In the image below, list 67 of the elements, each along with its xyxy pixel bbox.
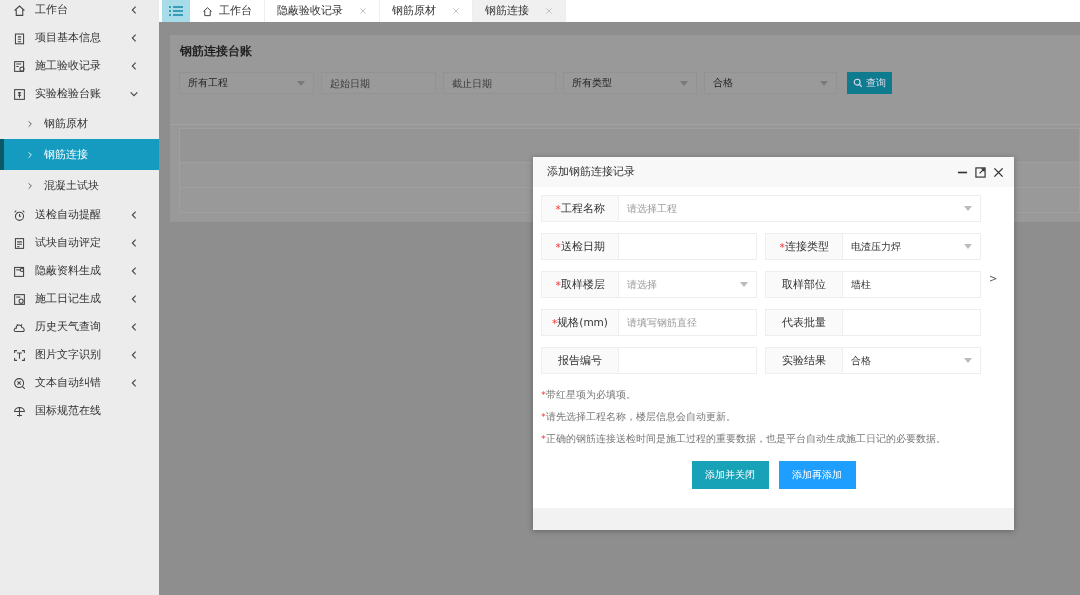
expand-arrow[interactable]: > (989, 273, 998, 284)
sidebar-item[interactable]: 历史天气查询 (0, 313, 159, 341)
sidebar-item[interactable]: 工作台 (0, 0, 159, 24)
caret-down-icon (740, 282, 748, 287)
sidebar-item[interactable]: 施工验收记录 (0, 52, 159, 80)
field-label: 实验结果 (765, 347, 843, 374)
clipboard-icon (13, 31, 26, 45)
document-icon (13, 264, 26, 278)
sidebar-item[interactable]: 文本自动纠错 (0, 369, 159, 397)
filter-dropdown[interactable]: 所有工程 (179, 72, 314, 94)
field-label: *连接类型 (765, 233, 843, 260)
sidebar-subitem[interactable]: 混凝土试块 (0, 170, 159, 201)
filter-dropdown[interactable]: 合格 (704, 72, 837, 94)
menu-icon (168, 5, 184, 17)
panel-title: 钢筋连接台账 (179, 43, 253, 60)
umbrella-icon (13, 404, 26, 418)
sidebar-item[interactable]: 实验检验台账 (0, 80, 159, 108)
image-icon (13, 292, 26, 306)
chevron-right-icon (26, 181, 34, 190)
caret-down-icon (964, 244, 972, 249)
hint-text: *正确的钢筋连接送检时间是施工过程的重要数据，也是平台自动生成施工日记的必要数据。 (541, 432, 947, 446)
hint-text: *请先选择工程名称，楼层信息会自动更新。 (541, 410, 737, 424)
caret-down-icon (820, 80, 828, 86)
chevron-right-icon (26, 119, 34, 128)
field-label: *规格(mm) (541, 309, 619, 336)
filter-dropdown[interactable]: 所有类型 (563, 72, 697, 94)
tab[interactable]: 钢筋连接 (473, 0, 566, 22)
menu-button[interactable] (162, 0, 190, 22)
dropdown-field[interactable]: 合格 (843, 347, 981, 374)
field-label: *工程名称 (541, 195, 619, 222)
sidebar-item[interactable]: 施工日记生成 (0, 285, 159, 313)
sidebar-item[interactable]: 国标规范在线 (0, 397, 159, 425)
chevron-right-icon (26, 150, 34, 159)
input-field[interactable]: 请填写钢筋直径 (619, 309, 757, 336)
document-icon (13, 87, 26, 101)
sidebar-item[interactable]: 项目基本信息 (0, 24, 159, 52)
input-field[interactable]: 墙柱 (843, 271, 981, 298)
caret-down-icon (297, 80, 305, 86)
sidebar-item[interactable]: 隐蔽资料生成 (0, 257, 159, 285)
sidebar-subitem[interactable]: 钢筋原材 (0, 108, 159, 139)
document-icon (13, 59, 26, 73)
dialog-title: 添加钢筋连接记录 (547, 165, 636, 179)
date-field[interactable]: 截止日期 (443, 72, 556, 94)
caret-down-icon (964, 358, 972, 363)
text-scan-icon (13, 348, 26, 362)
date-field[interactable]: 起始日期 (321, 72, 436, 94)
field-label: 代表批量 (765, 309, 843, 336)
maximize-icon[interactable] (975, 166, 986, 178)
document-icon (13, 236, 26, 250)
field-label: 取样部位 (765, 271, 843, 298)
field-label: *送检日期 (541, 233, 619, 260)
search-button[interactable]: 查询 (847, 72, 892, 94)
field-label: 报告编号 (541, 347, 619, 374)
close-icon[interactable] (993, 166, 1004, 178)
home-icon (202, 5, 213, 17)
sidebar-item[interactable]: 图片文字识别 (0, 341, 159, 369)
sidebar-item[interactable]: 试块自动评定 (0, 229, 159, 257)
field-label: *取样楼层 (541, 271, 619, 298)
hint-text: *带红星项为必填项。 (541, 388, 637, 402)
sidebar-item[interactable]: 送检自动提醒 (0, 201, 159, 229)
caret-down-icon (964, 206, 972, 211)
dropdown-field[interactable]: 电渣压力焊 (843, 233, 981, 260)
search-icon (13, 376, 26, 390)
search-icon (853, 78, 863, 88)
home-icon (13, 3, 26, 17)
alarm-clock-icon (13, 208, 26, 222)
caret-down-icon (680, 80, 688, 86)
